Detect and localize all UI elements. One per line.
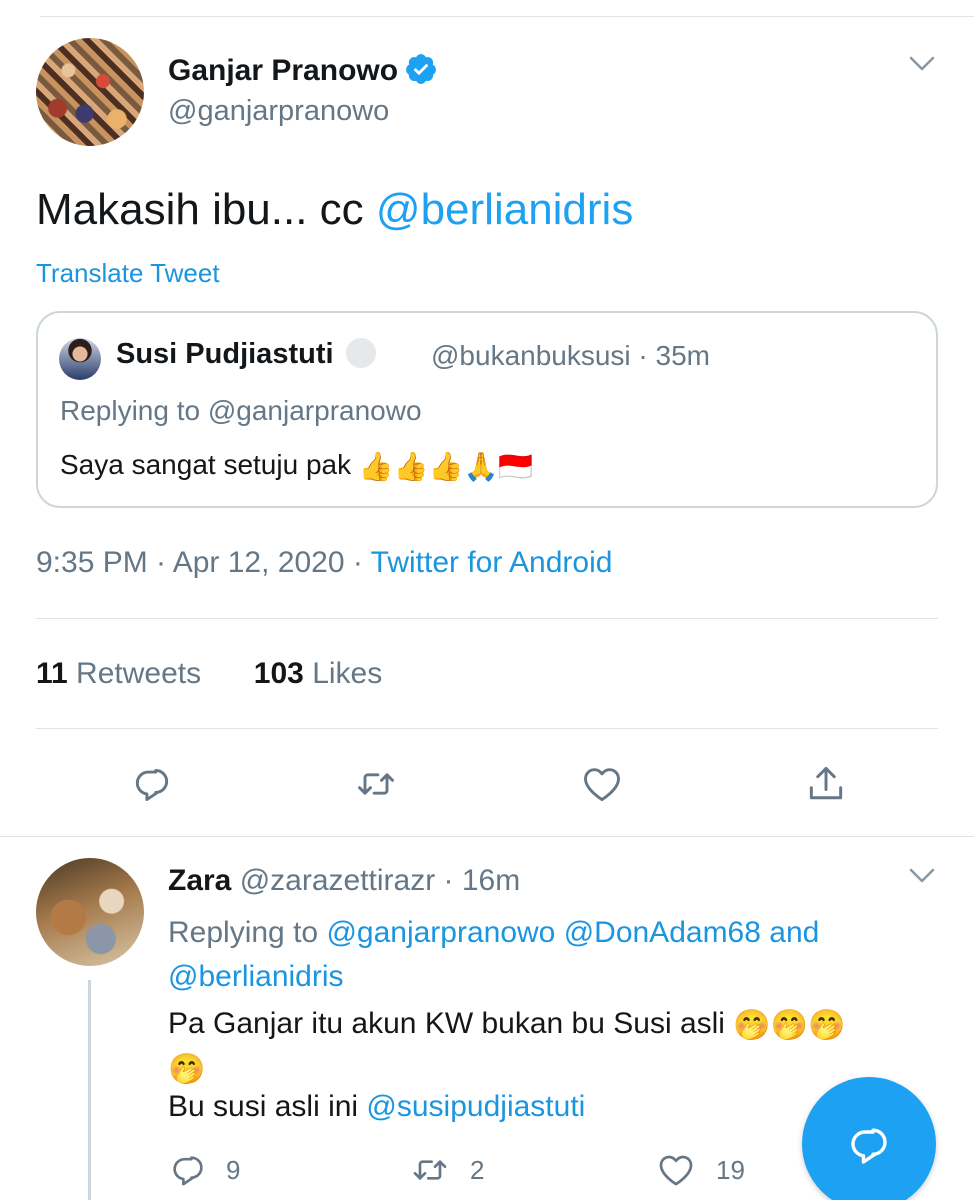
like-button[interactable] xyxy=(580,762,624,806)
quoted-emoji: 👍👍👍🙏🇮🇩 xyxy=(358,451,534,482)
author-avatar[interactable] xyxy=(36,38,144,146)
likes-count: 103 xyxy=(253,657,304,690)
chevron-down-icon xyxy=(909,868,935,883)
translate-tweet-link[interactable]: Translate Tweet xyxy=(36,258,220,289)
retweets-label: Retweets xyxy=(67,657,202,690)
thread-line xyxy=(88,980,91,1200)
reply-reply-button[interactable] xyxy=(168,1150,208,1190)
share-button[interactable] xyxy=(804,762,848,806)
replying-mentions[interactable]: @ganjarpranowo @DonAdam68 xyxy=(326,916,761,949)
tweet-timestamp: 9:35 PM · Apr 12, 2020 · xyxy=(36,546,371,579)
replying-last-mention[interactable]: @berlianidris xyxy=(168,960,344,993)
reply-icon xyxy=(135,768,169,802)
author-name[interactable]: Ganjar Pranowo xyxy=(168,54,398,87)
quoted-replying-to: Replying to @ganjarpranowo xyxy=(60,395,422,426)
reply-icon xyxy=(173,1156,203,1186)
reply-author-row[interactable]: Zara @zarazettirazr · 16m xyxy=(168,864,520,898)
reply-text: Pa Ganjar itu akun KW bukan bu Susi asli… xyxy=(168,1003,928,1091)
reply-text2-body: Bu susi asli ini xyxy=(168,1090,367,1123)
likes-label: Likes xyxy=(303,657,383,690)
quoted-author-avatar xyxy=(59,338,101,380)
tweet-text-body: Makasih ibu... cc xyxy=(36,185,376,234)
top-divider xyxy=(40,16,974,17)
retweets-count: 11 xyxy=(36,657,68,690)
heart-icon xyxy=(584,768,620,802)
reply-more-button[interactable] xyxy=(908,867,936,890)
share-icon xyxy=(809,766,843,800)
chevron-down-icon xyxy=(909,56,935,71)
verified-badge-icon xyxy=(404,52,438,86)
divider xyxy=(0,836,974,837)
reply-author-avatar[interactable] xyxy=(36,858,144,966)
quoted-text: Saya sangat setuju pak 👍👍👍🙏🇮🇩 xyxy=(60,449,533,483)
reply-retweet-button[interactable] xyxy=(410,1150,450,1190)
tweet-more-button[interactable] xyxy=(908,55,936,78)
tweet-stats: 11 Retweets 103 Likes xyxy=(36,657,382,691)
compose-reply-button[interactable] xyxy=(802,1077,936,1200)
tweet-meta: 9:35 PM · Apr 12, 2020 · Twitter for And… xyxy=(36,546,612,580)
replying-and[interactable]: and xyxy=(761,916,819,949)
reply-like-button[interactable] xyxy=(656,1150,696,1190)
retweet-icon xyxy=(413,1160,447,1180)
retweet-button[interactable] xyxy=(354,762,398,806)
reply-likes-count: 19 xyxy=(716,1155,745,1185)
reply-button[interactable] xyxy=(130,762,174,806)
quoted-text-body: Saya sangat setuju pak xyxy=(60,449,359,480)
tweet-text: Makasih ibu... cc @berlianidris xyxy=(36,185,633,235)
author-name-row[interactable]: Ganjar Pranowo xyxy=(168,52,438,88)
reply-emoji: 🤭🤭🤭 xyxy=(733,1009,846,1042)
reply-retweets-count: 2 xyxy=(470,1155,485,1185)
reply-author-name[interactable]: Zara xyxy=(168,864,231,897)
reply-replying-to: Replying to @ganjarpranowo @DonAdam68 an… xyxy=(168,911,928,999)
reply-mention-link[interactable]: @susipudjiastuti xyxy=(366,1090,585,1123)
replying-prefix: Replying to xyxy=(168,916,327,949)
reply-emoji-wrap: 🤭 xyxy=(168,1053,206,1086)
divider xyxy=(36,728,938,729)
reply-replies-count: 9 xyxy=(226,1155,241,1185)
quoted-handle-time: @bukanbuksusi · 35m xyxy=(431,340,711,371)
author-handle[interactable]: @ganjarpranowo xyxy=(168,95,389,128)
quoted-author-name: Susi Pudjiastuti xyxy=(116,338,334,370)
badge-icon xyxy=(345,338,376,368)
divider xyxy=(36,618,938,619)
mention-link[interactable]: @berlianidris xyxy=(376,185,633,234)
quoted-author-name-row: Susi Pudjiastuti xyxy=(116,338,376,371)
compose-reply-icon xyxy=(851,1128,887,1164)
retweet-icon xyxy=(358,773,394,795)
reply-text-body: Pa Ganjar itu akun KW bukan bu Susi asli xyxy=(168,1007,734,1040)
retweets-stat[interactable]: 11 Retweets xyxy=(36,657,201,690)
reply-handle-time: @zarazettirazr · 16m xyxy=(231,864,521,897)
reply-text-second: Bu susi asli ini @susipudjiastuti xyxy=(168,1090,585,1124)
likes-stat[interactable]: 103 Likes xyxy=(254,657,382,690)
heart-icon xyxy=(659,1155,693,1186)
tweet-source-link[interactable]: Twitter for Android xyxy=(371,546,613,579)
